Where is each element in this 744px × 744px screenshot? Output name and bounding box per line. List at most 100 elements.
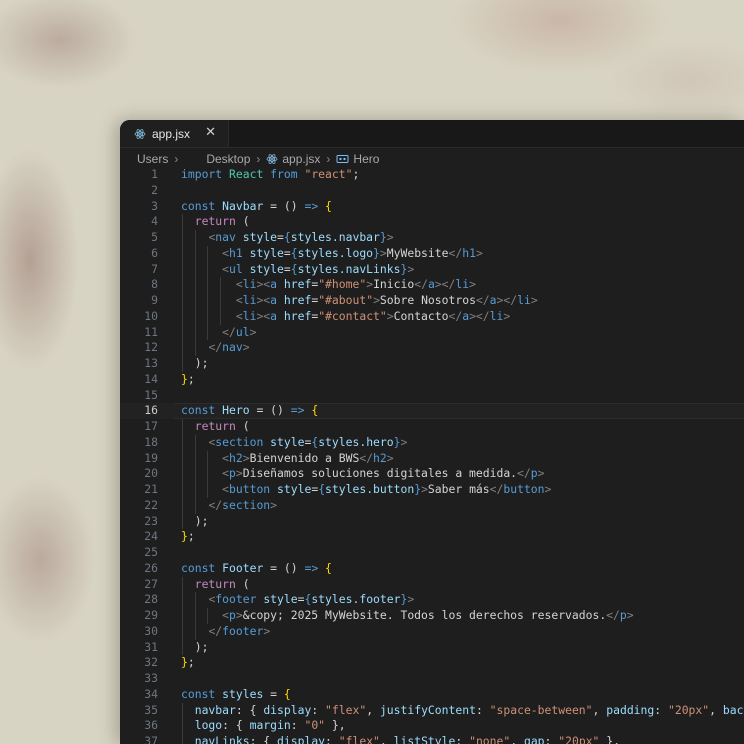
code-token: </ [359, 450, 374, 465]
code-line[interactable]: 36 logo: { margin: "0" }, [120, 718, 744, 734]
code-line[interactable]: 18 <section style={styles.hero}> [120, 434, 744, 451]
chevron-right-icon: › [326, 152, 331, 166]
code-line[interactable]: 15 [120, 388, 744, 404]
code-token: &copy; 2025 MyWebsite. Todos los derecho… [242, 608, 607, 622]
line-number: 9 [151, 293, 158, 307]
code-line[interactable]: 24}; [120, 529, 744, 545]
code-token: </ [414, 277, 428, 292]
code-token: const [181, 198, 216, 213]
code-line[interactable]: 27 return ( [120, 576, 744, 593]
code-token: "react" [304, 167, 353, 181]
code-token: { [290, 245, 298, 260]
code-line[interactable]: 17 return ( [120, 419, 744, 435]
code-line[interactable]: 33 [120, 671, 744, 687]
code-line[interactable]: 26 const Footer = () => { [120, 561, 744, 577]
code-token: "flex" [325, 702, 367, 717]
code-text: <footer style={styles.footer}> [181, 592, 414, 608]
code-token: styles.button [325, 482, 415, 496]
code-line[interactable]: 16 const Hero = () => { [120, 403, 744, 419]
code-token: styles.hero [318, 434, 394, 449]
code-line[interactable]: 22 </section> [120, 497, 744, 514]
code-token: return [194, 419, 236, 433]
breadcrumb-item-desktop[interactable]: Desktop [206, 152, 250, 166]
code-line[interactable]: 37 navLinks: { display: "flex", listStyl… [120, 734, 744, 744]
code-area[interactable]: 1 import React from "react"; 2 3 const Navba… [120, 167, 744, 744]
code-line[interactable]: 34 const styles = { [120, 687, 744, 703]
code-token: a [270, 277, 278, 292]
react-icon [134, 128, 146, 140]
code-text: <section style={styles.hero}> [181, 435, 407, 451]
line-number: 6 [151, 245, 158, 260]
code-token: ( [235, 419, 250, 433]
code-token: </ [448, 245, 463, 260]
code-line[interactable]: 4 return ( [120, 214, 744, 230]
tab-app-jsx[interactable]: app.jsx ✕ [120, 120, 229, 147]
code-line[interactable]: 3 const Navbar = () => { [120, 199, 744, 215]
code-line[interactable]: 1 import React from "react"; [120, 167, 744, 183]
code-line[interactable]: 20 <p>Diseñamos soluciones digitales a m… [120, 466, 744, 482]
code-line[interactable]: 29 <p>&copy; 2025 MyWebsite. Todos los d… [120, 608, 744, 624]
code-text: <h2>Bienvenido a BWS</h2> [181, 450, 393, 467]
code-editor-window: app.jsx ✕ Users › Desktop › app.jsx › He… [120, 120, 744, 744]
code-line[interactable]: 31 ); [120, 639, 744, 656]
code-line[interactable]: 5 <nav style={styles.navbar}> [120, 230, 744, 246]
code-line[interactable]: 6 <h1 style={styles.logo}>MyWebsite</h1> [120, 245, 744, 262]
code-text: </section> [181, 498, 277, 514]
code-line[interactable]: 30 </footer> [120, 623, 744, 640]
close-icon[interactable]: ✕ [205, 125, 216, 141]
code-line[interactable]: 25 [120, 545, 744, 561]
code-token: => [304, 198, 319, 213]
line-number: 20 [144, 466, 158, 481]
code-line[interactable]: 7 <ul style={styles.navLinks}> [120, 261, 744, 278]
code-line[interactable]: 9 <li><a href="#about">Sobre Nosotros</a… [120, 293, 744, 309]
code-token: : { [222, 718, 250, 733]
code-line[interactable]: 12 </nav> [120, 340, 744, 356]
code-token: const [181, 560, 216, 575]
code-token: > [407, 261, 415, 276]
code-line[interactable]: 13 ); [120, 356, 744, 372]
line-number: 4 [151, 214, 158, 229]
code-text: <button style={styles.button}>Saber más<… [181, 482, 551, 498]
code-line[interactable]: 21 <button style={styles.button}>Saber m… [120, 482, 744, 498]
code-token: </ [489, 482, 504, 496]
line-number: 5 [151, 230, 158, 244]
code-token: button [229, 482, 271, 496]
code-token: style [270, 434, 305, 449]
code-token: Hero [222, 403, 250, 418]
code-line[interactable]: 10 <li><a href="#contact">Contacto</a></… [120, 308, 744, 325]
code-line[interactable]: 32}; [120, 655, 744, 671]
code-line[interactable]: 35 navbar: { display: "flex", justifyCon… [120, 702, 744, 719]
code-line[interactable]: 8 <li><a href="#home">Inicio</a></li> [120, 277, 744, 293]
code-text: <p>&copy; 2025 MyWebsite. Todos los dere… [181, 608, 633, 624]
line-number: 27 [144, 576, 158, 591]
line-number: 30 [144, 623, 158, 638]
code-line[interactable]: 19 <h2>Bienvenido a BWS</h2> [120, 450, 744, 467]
breadcrumb-item-symbol[interactable]: Hero [353, 152, 379, 166]
code-token: backgroundColor [722, 702, 744, 717]
code-line[interactable]: 14}; [120, 372, 744, 388]
code-text: ); [181, 514, 209, 530]
breadcrumb: Users › Desktop › app.jsx › Hero [137, 150, 379, 168]
line-number: 21 [144, 482, 158, 496]
code-line[interactable]: 28 <footer style={styles.footer}> [120, 592, 744, 608]
line-number: 1 [151, 167, 158, 181]
code-token: > [373, 293, 380, 307]
code-line[interactable]: 11 </ul> [120, 324, 744, 341]
code-line[interactable]: 23 ); [120, 513, 744, 530]
code-token: section [215, 434, 264, 449]
code-token: href [283, 308, 312, 323]
code-line[interactable]: 2 [120, 183, 744, 199]
breadcrumb-item-file[interactable]: app.jsx [282, 152, 320, 166]
code-text: </ul> [181, 325, 256, 341]
code-text: const styles = { [181, 687, 291, 703]
code-token: : [311, 702, 326, 717]
breadcrumb-item-users[interactable]: Users [137, 152, 168, 166]
code-token: h1 [229, 245, 243, 260]
